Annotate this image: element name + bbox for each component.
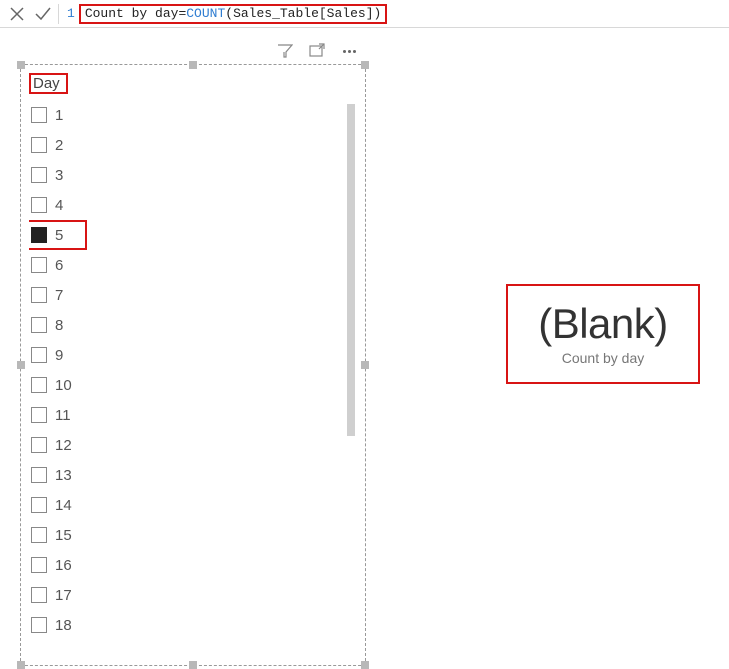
slicer-item-label: 13 [55,467,72,484]
checkbox-icon[interactable] [31,407,47,423]
checkbox-icon[interactable] [31,617,47,633]
slicer-item[interactable]: 13 [29,460,347,490]
checkbox-icon[interactable] [31,497,47,513]
slicer-item-label: 5 [55,227,63,244]
slicer-item-list: 123456789101112131415161718 [29,100,357,660]
slicer-item-label: 9 [55,347,63,364]
card-visual[interactable]: (Blank) Count by day [506,284,700,384]
slicer-item-label: 1 [55,107,63,124]
slicer-item-label: 4 [55,197,63,214]
checkbox-icon[interactable] [31,377,47,393]
resize-handle[interactable] [17,61,25,69]
checkbox-icon[interactable] [31,227,47,243]
checkbox-icon[interactable] [31,437,47,453]
formula-line-number: 1 [67,6,75,21]
checkbox-icon[interactable] [31,557,47,573]
slicer-item[interactable]: 2 [29,130,347,160]
slicer-item-label: 15 [55,527,72,544]
checkbox-icon[interactable] [31,197,47,213]
slicer-item-label: 14 [55,497,72,514]
slicer-item[interactable]: 7 [29,280,347,310]
formula-bar: 1 Count by day = COUNT (Sales_Table[Sale… [0,0,729,28]
slicer-item-label: 7 [55,287,63,304]
slicer-item[interactable]: 1 [29,100,347,130]
formula-input[interactable]: Count by day = COUNT (Sales_Table[Sales]… [79,4,387,24]
more-options-icon[interactable] [340,42,358,60]
slicer-item[interactable]: 5 [29,220,87,250]
checkbox-icon[interactable] [31,287,47,303]
resize-handle[interactable] [361,661,369,669]
slicer-item-label: 16 [55,557,72,574]
slicer-item-label: 2 [55,137,63,154]
checkbox-icon[interactable] [31,467,47,483]
equals: = [178,6,186,21]
slicer-item-label: 12 [55,437,72,454]
slicer-item[interactable]: 12 [29,430,347,460]
resize-handle[interactable] [17,661,25,669]
checkbox-icon[interactable] [31,347,47,363]
resize-handle[interactable] [361,61,369,69]
focus-mode-icon[interactable] [308,42,326,60]
slicer-item[interactable]: 16 [29,550,347,580]
resize-handle[interactable] [17,361,25,369]
checkbox-icon[interactable] [31,527,47,543]
filter-icon[interactable] [276,42,294,60]
checkbox-icon[interactable] [31,317,47,333]
slicer-item[interactable]: 8 [29,310,347,340]
resize-handle[interactable] [361,361,369,369]
commit-button[interactable] [30,1,56,27]
slicer-header[interactable]: Day [29,73,68,94]
slicer-item[interactable]: 11 [29,400,347,430]
checkbox-icon[interactable] [31,167,47,183]
slicer-item[interactable]: 4 [29,190,347,220]
slicer-item[interactable]: 6 [29,250,347,280]
slicer-item-label: 8 [55,317,63,334]
dax-function: COUNT [186,6,225,21]
checkbox-icon[interactable] [31,587,47,603]
slicer-item-label: 3 [55,167,63,184]
slicer-item-label: 11 [55,407,71,424]
slicer-item[interactable]: 3 [29,160,347,190]
divider [58,4,59,24]
slicer-item[interactable]: 15 [29,520,347,550]
measure-name: Count by day [85,6,179,21]
checkbox-icon[interactable] [31,107,47,123]
card-label: Count by day [562,350,645,366]
cancel-button[interactable] [4,1,30,27]
report-canvas: Day 123456789101112131415161718 (Blank) … [0,28,729,644]
scrollbar-thumb[interactable] [347,104,355,436]
slicer-item[interactable]: 14 [29,490,347,520]
slicer-item-label: 17 [55,587,72,604]
slicer-item[interactable]: 18 [29,610,347,640]
visual-header [276,42,358,60]
resize-handle[interactable] [189,61,197,69]
card-value: (Blank) [538,302,668,346]
checkbox-icon[interactable] [31,137,47,153]
slicer-item[interactable]: 9 [29,340,347,370]
scrollbar[interactable] [347,104,355,436]
checkbox-icon[interactable] [31,257,47,273]
slicer-visual[interactable]: Day 123456789101112131415161718 [20,64,366,666]
slicer-item-label: 10 [55,377,72,394]
slicer-item-label: 6 [55,257,63,274]
dax-args: (Sales_Table[Sales]) [225,6,381,21]
slicer-item[interactable]: 17 [29,580,347,610]
slicer-item[interactable]: 10 [29,370,347,400]
slicer-item-label: 18 [55,617,72,634]
